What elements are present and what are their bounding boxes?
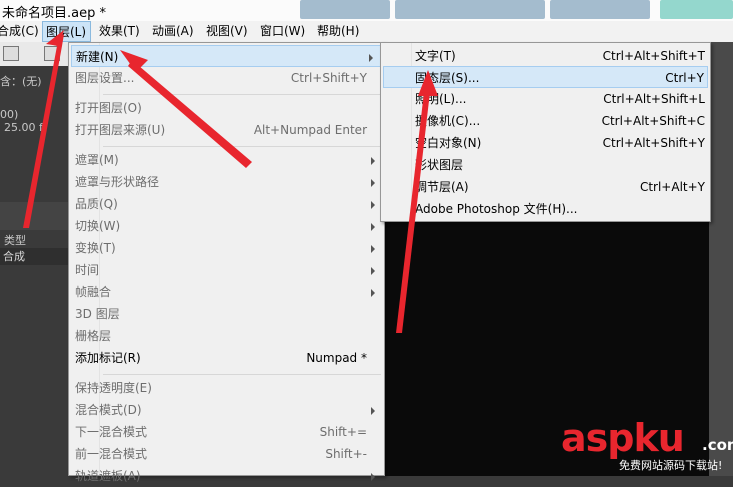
- watermark: aspku .com 免费网站源码下载站!: [561, 418, 733, 476]
- annotation-arrow-solid: [396, 70, 438, 333]
- watermark-dotcom: .com: [702, 436, 733, 454]
- watermark-subtitle: 免费网站源码下载站!: [619, 459, 723, 472]
- annotation-arrow-new: [120, 50, 252, 168]
- watermark-logo: aspku: [561, 416, 685, 460]
- annotation-arrows: [23, 30, 438, 333]
- annotation-arrow-layer-menu: [23, 30, 64, 228]
